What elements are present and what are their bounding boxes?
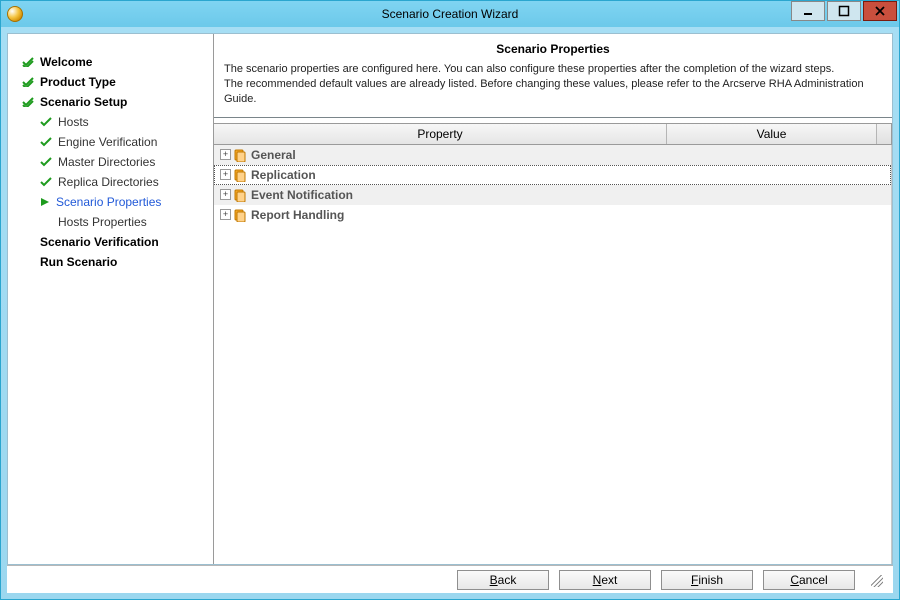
nav-label: Engine Verification [58, 135, 157, 149]
spacer-icon [22, 257, 34, 267]
nav-label: Scenario Setup [40, 95, 127, 109]
row-event-notification[interactable]: + Event Notification [214, 185, 891, 205]
scroll-gutter [877, 124, 891, 144]
expand-icon[interactable]: + [220, 189, 231, 200]
spacer-icon [22, 237, 34, 247]
nav-scenario-setup[interactable]: Scenario Setup [22, 92, 205, 112]
category-icon [233, 148, 247, 162]
mnemonic: B [490, 573, 498, 587]
nav-welcome[interactable]: Welcome [22, 52, 205, 72]
column-property[interactable]: Property [214, 124, 667, 144]
nav-scenario-properties[interactable]: Scenario Properties [22, 192, 205, 212]
row-label: Report Handling [251, 208, 344, 222]
maximize-button[interactable] [827, 1, 861, 21]
expand-icon[interactable]: + [220, 169, 231, 180]
nav-label: Hosts Properties [58, 215, 147, 229]
row-label: Replication [251, 168, 316, 182]
wizard-nav: Welcome Product Type Scenario Setup Host… [8, 34, 213, 564]
titlebar: Scenario Creation Wizard [1, 1, 899, 27]
page-description-1: The scenario properties are configured h… [224, 62, 882, 77]
check-icon [22, 77, 34, 87]
btn-text: ext [601, 573, 617, 587]
nav-run-scenario[interactable]: Run Scenario [22, 252, 205, 272]
check-icon [22, 97, 34, 107]
minimize-button[interactable] [791, 1, 825, 21]
properties-grid: Property Value + General [214, 122, 892, 564]
category-icon [233, 188, 247, 202]
category-icon [233, 208, 247, 222]
window-title: Scenario Creation Wizard [382, 7, 519, 21]
expand-icon[interactable]: + [220, 209, 231, 220]
close-icon [874, 5, 886, 17]
nav-hosts[interactable]: Hosts [22, 112, 205, 132]
btn-text: ack [498, 573, 517, 587]
nav-label: Master Directories [58, 155, 155, 169]
nav-label: Product Type [40, 75, 116, 89]
nav-label: Welcome [40, 55, 92, 69]
nav-engine-verification[interactable]: Engine Verification [22, 132, 205, 152]
expand-icon[interactable]: + [220, 149, 231, 160]
nav-label: Scenario Verification [40, 235, 159, 249]
grid-header: Property Value [214, 123, 892, 145]
category-icon [233, 168, 247, 182]
nav-hosts-properties[interactable]: Hosts Properties [22, 212, 205, 232]
maximize-icon [838, 5, 850, 17]
column-value[interactable]: Value [667, 124, 877, 144]
mnemonic: C [790, 573, 799, 587]
minimize-icon [802, 5, 814, 17]
page-title: Scenario Properties [224, 42, 882, 56]
client-area: Welcome Product Type Scenario Setup Host… [1, 27, 899, 599]
content-panel: Welcome Product Type Scenario Setup Host… [7, 33, 893, 565]
close-button[interactable] [863, 1, 897, 21]
window-controls [791, 1, 899, 27]
btn-text: inish [698, 573, 723, 587]
check-icon [40, 177, 52, 187]
nav-label: Replica Directories [58, 175, 159, 189]
check-icon [40, 117, 52, 127]
arrow-icon [40, 197, 50, 207]
check-icon [40, 157, 52, 167]
app-icon [7, 6, 23, 22]
nav-replica-directories[interactable]: Replica Directories [22, 172, 205, 192]
page-description-2: The recommended default values are alrea… [224, 77, 882, 107]
check-icon [22, 57, 34, 67]
btn-text: ancel [799, 573, 828, 587]
nav-label: Hosts [58, 115, 89, 129]
nav-label: Run Scenario [40, 255, 117, 269]
nav-scenario-verification[interactable]: Scenario Verification [22, 232, 205, 252]
cancel-button[interactable]: Cancel [763, 570, 855, 590]
main-panel: Scenario Properties The scenario propert… [213, 34, 892, 564]
row-general[interactable]: + General [214, 145, 891, 165]
nav-product-type[interactable]: Product Type [22, 72, 205, 92]
row-report-handling[interactable]: + Report Handling [214, 205, 891, 225]
page-header: Scenario Properties The scenario propert… [214, 34, 892, 118]
spacer-icon [40, 217, 52, 227]
wizard-footer: Back Next Finish Cancel [7, 565, 893, 593]
check-icon [40, 137, 52, 147]
finish-button[interactable]: Finish [661, 570, 753, 590]
wizard-window: Scenario Creation Wizard Welcome [0, 0, 900, 600]
nav-label: Scenario Properties [56, 195, 161, 209]
resize-grip[interactable] [869, 573, 883, 587]
grid-body[interactable]: + General + [214, 145, 892, 564]
row-label: Event Notification [251, 188, 353, 202]
row-replication[interactable]: + Replication [214, 165, 891, 185]
nav-master-directories[interactable]: Master Directories [22, 152, 205, 172]
next-button[interactable]: Next [559, 570, 651, 590]
back-button[interactable]: Back [457, 570, 549, 590]
row-label: General [251, 148, 296, 162]
